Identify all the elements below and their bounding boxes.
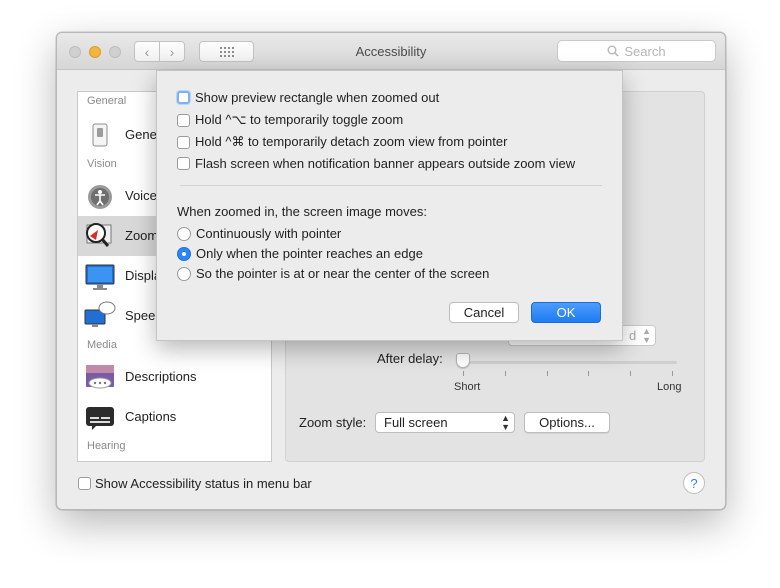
slider-tick xyxy=(463,371,464,376)
captions-icon xyxy=(86,407,114,430)
general-icon xyxy=(92,123,108,147)
center-radio[interactable] xyxy=(177,266,191,281)
descriptions-icon xyxy=(86,365,114,389)
voiceover-icon xyxy=(88,185,112,209)
sidebar-header-media: Media xyxy=(87,339,117,351)
radio-label: Continuously with pointer xyxy=(196,226,342,241)
radio-label: So the pointer is at or near the center … xyxy=(196,266,490,281)
sidebar-item-captions[interactable]: Captions xyxy=(78,397,271,437)
after-delay-label: After delay: xyxy=(377,351,443,366)
zoom-style-popup[interactable]: Full screen ▲ ▼ xyxy=(375,412,515,433)
search-icon xyxy=(607,45,619,57)
slider-tick xyxy=(672,371,673,376)
menu-bar-status-label: Show Accessibility status in menu bar xyxy=(95,476,312,491)
menu-bar-status-checkbox[interactable] xyxy=(78,477,91,490)
radio-label: Only when the pointer reaches an edge xyxy=(196,246,423,261)
sidebar-item-descriptions[interactable]: Descriptions xyxy=(78,357,271,397)
search-field[interactable]: Search xyxy=(557,40,716,62)
updown-icon: ▲ ▼ xyxy=(642,326,651,345)
radio-reaches-edge[interactable]: Only when the pointer reaches an edge xyxy=(177,246,423,261)
sidebar-header-general: General xyxy=(87,95,127,107)
sidebar-header-hearing: Hearing xyxy=(87,440,126,452)
zoom-options-sheet: Show preview rectangle when zoomed out H… xyxy=(156,70,623,341)
radio-center[interactable]: So the pointer is at or near the center … xyxy=(177,266,489,281)
cancel-button[interactable]: Cancel xyxy=(449,302,519,323)
option-detach-zoom[interactable]: Hold ^⌘ to temporarily detach zoom view … xyxy=(177,134,507,150)
sidebar-item-label: Captions xyxy=(125,409,177,424)
flash-screen-checkbox[interactable] xyxy=(177,157,190,170)
delay-slider-track[interactable] xyxy=(461,361,677,364)
slider-tick xyxy=(505,371,506,376)
zoom-style-value: Full screen xyxy=(384,415,448,430)
options-button[interactable]: Options... xyxy=(524,412,610,433)
sidebar-item-label: Zoom xyxy=(125,228,159,243)
menu-bar-status-option[interactable]: Show Accessibility status in menu bar xyxy=(78,476,312,491)
modifier-select-text: d xyxy=(629,328,637,343)
slider-max-label: Long xyxy=(657,381,682,393)
slider-tick xyxy=(630,371,631,376)
screen-moves-label: When zoomed in, the screen image moves: xyxy=(177,204,428,219)
display-icon xyxy=(85,264,115,290)
search-placeholder: Search xyxy=(624,43,666,59)
slider-min-label: Short xyxy=(454,381,481,393)
slider-tick xyxy=(588,371,589,376)
zoom-style-label: Zoom style: xyxy=(299,415,367,430)
zoom-magnifier-icon xyxy=(86,223,112,247)
option-label: Flash screen when notification banner ap… xyxy=(195,156,576,171)
option-label: Show preview rectangle when zoomed out xyxy=(195,90,440,105)
speech-icon xyxy=(84,301,116,327)
detach-zoom-checkbox[interactable] xyxy=(177,135,190,149)
delay-slider-knob[interactable] xyxy=(456,353,470,368)
preview-rectangle-checkbox[interactable] xyxy=(177,91,190,104)
separator xyxy=(180,185,602,186)
ok-button[interactable]: OK xyxy=(531,302,601,323)
option-toggle-zoom[interactable]: Hold ^⌥ to temporarily toggle zoom xyxy=(177,112,403,128)
option-preview-rectangle[interactable]: Show preview rectangle when zoomed out xyxy=(177,90,439,105)
reaches-edge-radio[interactable] xyxy=(177,246,191,261)
radio-continuously[interactable]: Continuously with pointer xyxy=(177,226,341,241)
option-label: Hold ^⌥ to temporarily toggle zoom xyxy=(195,112,404,127)
slider-tick xyxy=(547,371,548,376)
option-label: Hold ^⌘ to temporarily detach zoom view … xyxy=(195,134,508,149)
help-button[interactable]: ? xyxy=(683,472,705,494)
sidebar-item-label: Descriptions xyxy=(125,369,197,384)
sidebar-header-vision: Vision xyxy=(87,158,117,170)
continuously-radio[interactable] xyxy=(177,226,191,241)
updown-icon: ▲ ▼ xyxy=(501,413,510,432)
title-bar: ‹ › Accessibility Search xyxy=(57,33,725,70)
toggle-zoom-checkbox[interactable] xyxy=(177,113,190,127)
option-flash-screen[interactable]: Flash screen when notification banner ap… xyxy=(177,156,575,171)
